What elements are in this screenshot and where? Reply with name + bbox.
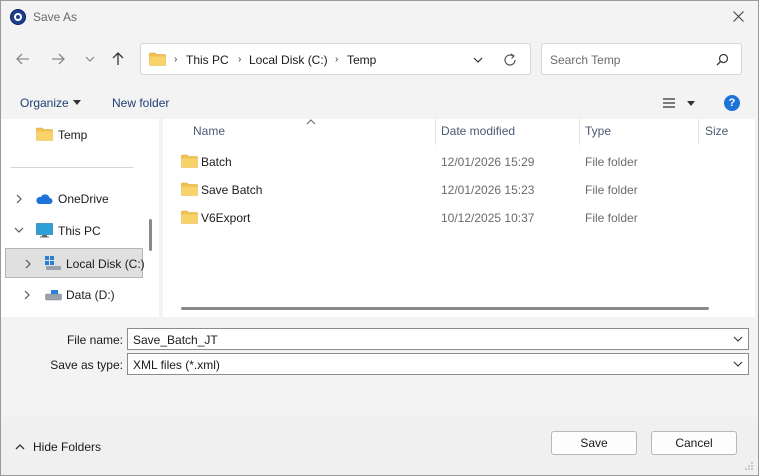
sidebar-item-label: Temp (58, 128, 88, 142)
chevron-down-icon[interactable] (14, 226, 24, 234)
file-name: Batch (201, 155, 232, 169)
search-box[interactable] (541, 43, 742, 75)
file-date: 10/12/2025 10:37 (441, 211, 535, 225)
file-type: File folder (585, 155, 638, 169)
caret-down-icon (73, 100, 81, 105)
sort-ascending-icon (306, 119, 316, 125)
view-options-icon[interactable] (662, 97, 676, 109)
column-divider[interactable] (579, 119, 580, 145)
command-bar: Organize New folder (1, 87, 758, 119)
dialog-footer: Hide Folders Save Cancel (1, 417, 758, 475)
file-list[interactable]: Name Date modified Type Size Batch 12/01… (163, 119, 755, 317)
folder-icon (181, 210, 198, 224)
column-divider[interactable] (435, 119, 436, 145)
sidebar-item-local-disk[interactable]: Local Disk (C:) (5, 248, 145, 278)
chevron-right-icon[interactable] (15, 194, 23, 204)
sidebar-item-label: OneDrive (58, 192, 109, 206)
filetype-select[interactable]: XML files (*.xml) (127, 353, 749, 375)
folder-icon (36, 127, 53, 141)
search-icon[interactable] (716, 53, 729, 66)
navigation-scrollbar[interactable] (149, 219, 152, 251)
breadcrumb-temp[interactable]: Temp (347, 53, 376, 67)
file-type: File folder (585, 183, 638, 197)
close-icon (733, 11, 744, 22)
column-header-name[interactable]: Name (193, 124, 225, 138)
chevron-down-icon[interactable] (733, 336, 743, 343)
folder-icon (181, 182, 198, 196)
column-divider[interactable] (698, 119, 699, 145)
forward-button[interactable] (46, 47, 70, 71)
address-bar[interactable]: › This PC › Local Disk (C:) › Temp (140, 43, 531, 75)
up-button[interactable] (106, 47, 130, 71)
onedrive-cloud-icon (36, 194, 53, 204)
breadcrumb-chevron-icon: › (174, 54, 178, 65)
sidebar-item-onedrive[interactable]: OneDrive (1, 187, 143, 211)
windows-drive-icon (45, 256, 61, 270)
file-name: Save Batch (201, 183, 263, 197)
navigation-pane[interactable]: Temp OneDrive This PC Local Disk (C:) Da… (1, 119, 159, 317)
title-bar[interactable]: Save As (1, 1, 758, 33)
save-as-dialog: Save As › This PC › Local Disk (C:) › Te… (0, 0, 759, 476)
window-title: Save As (33, 10, 78, 24)
chevron-down-icon[interactable] (733, 361, 743, 368)
sidebar-item-label: Local Disk (C:) (66, 257, 145, 271)
file-date: 12/01/2026 15:29 (441, 155, 535, 169)
filetype-value: XML files (*.xml) (133, 358, 220, 372)
cancel-button[interactable]: Cancel (651, 431, 737, 455)
folder-icon (181, 154, 198, 168)
arrow-right-icon (52, 53, 65, 65)
caret-down-icon[interactable] (687, 101, 695, 106)
chevron-right-icon[interactable] (23, 290, 31, 300)
breadcrumb-this-pc[interactable]: This PC (186, 53, 229, 67)
divider (11, 167, 133, 168)
chevron-down-icon[interactable] (471, 53, 485, 67)
table-row[interactable]: V6Export 10/12/2025 10:37 File folder (163, 206, 755, 230)
folder-icon (149, 52, 166, 66)
new-folder-button[interactable]: New folder (112, 96, 169, 110)
back-button[interactable] (11, 47, 35, 71)
column-header-type[interactable]: Type (585, 124, 611, 138)
recent-locations-button[interactable] (78, 47, 102, 71)
sidebar-item-data-drive[interactable]: Data (D:) (1, 283, 143, 307)
help-icon[interactable]: ? (724, 95, 740, 111)
save-button[interactable]: Save (551, 431, 637, 455)
hide-folders-button[interactable]: Hide Folders (15, 439, 115, 455)
horizontal-scrollbar[interactable] (181, 307, 709, 310)
file-type: File folder (585, 211, 638, 225)
filename-label: File name: (66, 333, 123, 347)
chevron-right-icon[interactable] (24, 259, 32, 269)
breadcrumb-local-disk[interactable]: Local Disk (C:) (249, 53, 328, 67)
column-header-date[interactable]: Date modified (441, 124, 515, 138)
sidebar-item-this-pc[interactable]: This PC (1, 219, 143, 243)
file-date: 12/01/2026 15:23 (441, 183, 535, 197)
filename-input[interactable] (133, 332, 713, 347)
organize-button[interactable]: Organize (20, 96, 69, 110)
arrow-left-icon (16, 53, 29, 65)
hide-folders-label: Hide Folders (33, 440, 102, 454)
sidebar-item-temp[interactable]: Temp (1, 123, 143, 147)
table-row[interactable]: Batch 12/01/2026 15:29 File folder (163, 150, 755, 174)
breadcrumb-chevron-icon: › (238, 54, 242, 65)
save-form: File name: Save as type: XML files (*.xm… (1, 317, 758, 417)
refresh-icon[interactable] (501, 51, 519, 69)
search-input[interactable] (550, 51, 710, 69)
arrow-up-icon (112, 52, 124, 65)
chevron-up-icon (15, 444, 25, 450)
file-name: V6Export (201, 211, 251, 225)
column-header-size[interactable]: Size (705, 124, 728, 138)
sidebar-item-label: Data (D:) (66, 288, 115, 302)
filetype-label: Save as type: (50, 358, 123, 372)
monitor-icon (36, 223, 53, 238)
app-logo-icon (10, 9, 26, 25)
close-button[interactable] (724, 3, 754, 31)
breadcrumb-chevron-icon: › (335, 54, 339, 65)
resize-grip-icon[interactable] (744, 461, 754, 471)
drive-icon (45, 290, 62, 301)
filename-combobox[interactable] (127, 328, 749, 350)
sidebar-item-label: This PC (58, 224, 101, 238)
table-row[interactable]: Save Batch 12/01/2026 15:23 File folder (163, 178, 755, 202)
chevron-down-icon (85, 56, 95, 62)
